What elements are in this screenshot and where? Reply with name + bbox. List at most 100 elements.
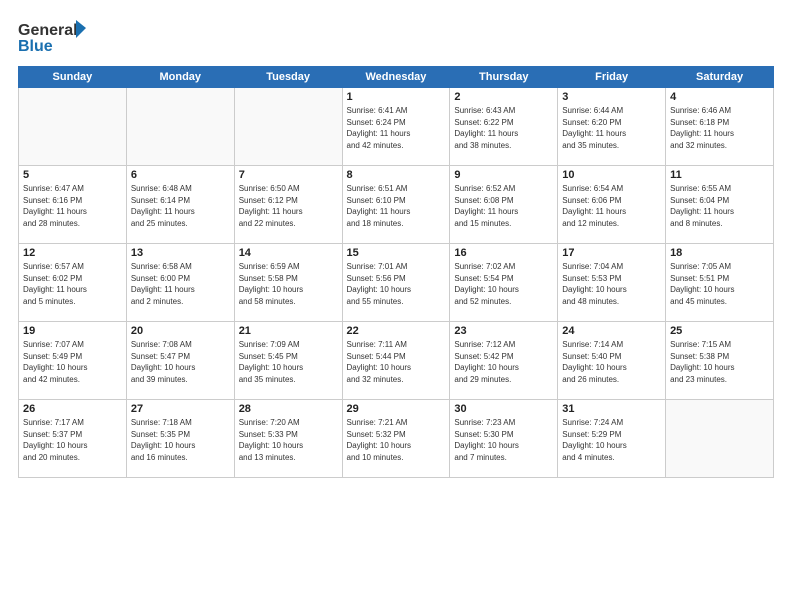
day-number: 4 [670, 91, 769, 103]
sun-info: Sunrise: 6:57 AM Sunset: 6:02 PM Dayligh… [23, 261, 122, 307]
weekday-saturday: Saturday [666, 67, 774, 88]
day-number: 11 [670, 169, 769, 181]
sun-info: Sunrise: 7:12 AM Sunset: 5:42 PM Dayligh… [454, 339, 553, 385]
weekday-thursday: Thursday [450, 67, 558, 88]
day-number: 7 [239, 169, 338, 181]
calendar-cell: 25 Sunrise: 7:15 AM Sunset: 5:38 PM Dayli… [666, 322, 774, 400]
sun-info: Sunrise: 7:08 AM Sunset: 5:47 PM Dayligh… [131, 339, 230, 385]
calendar-cell [126, 88, 234, 166]
sun-info: Sunrise: 6:44 AM Sunset: 6:20 PM Dayligh… [562, 105, 661, 151]
day-number: 28 [239, 403, 338, 415]
calendar-cell: 9 Sunrise: 6:52 AM Sunset: 6:08 PM Daylig… [450, 166, 558, 244]
sun-info: Sunrise: 7:07 AM Sunset: 5:49 PM Dayligh… [23, 339, 122, 385]
day-number: 9 [454, 169, 553, 181]
week-row-4: 19 Sunrise: 7:07 AM Sunset: 5:49 PM Dayli… [19, 322, 774, 400]
sun-info: Sunrise: 6:48 AM Sunset: 6:14 PM Dayligh… [131, 183, 230, 229]
sun-info: Sunrise: 6:50 AM Sunset: 6:12 PM Dayligh… [239, 183, 338, 229]
calendar-cell [234, 88, 342, 166]
weekday-wednesday: Wednesday [342, 67, 450, 88]
svg-text:Blue: Blue [18, 38, 53, 55]
day-number: 21 [239, 325, 338, 337]
calendar-cell: 12 Sunrise: 6:57 AM Sunset: 6:02 PM Dayli… [19, 244, 127, 322]
calendar-cell: 29 Sunrise: 7:21 AM Sunset: 5:32 PM Dayli… [342, 400, 450, 478]
day-number: 19 [23, 325, 122, 337]
day-number: 12 [23, 247, 122, 259]
day-number: 1 [347, 91, 446, 103]
sun-info: Sunrise: 6:46 AM Sunset: 6:18 PM Dayligh… [670, 105, 769, 151]
sun-info: Sunrise: 6:43 AM Sunset: 6:22 PM Dayligh… [454, 105, 553, 151]
calendar-cell: 18 Sunrise: 7:05 AM Sunset: 5:51 PM Dayli… [666, 244, 774, 322]
calendar-cell: 19 Sunrise: 7:07 AM Sunset: 5:49 PM Dayli… [19, 322, 127, 400]
calendar-cell: 14 Sunrise: 6:59 AM Sunset: 5:58 PM Dayli… [234, 244, 342, 322]
sun-info: Sunrise: 7:17 AM Sunset: 5:37 PM Dayligh… [23, 417, 122, 463]
day-number: 27 [131, 403, 230, 415]
calendar-table: SundayMondayTuesdayWednesdayThursdayFrid… [18, 66, 774, 478]
calendar-cell: 1 Sunrise: 6:41 AM Sunset: 6:24 PM Daylig… [342, 88, 450, 166]
day-number: 29 [347, 403, 446, 415]
day-number: 3 [562, 91, 661, 103]
calendar-cell: 27 Sunrise: 7:18 AM Sunset: 5:35 PM Dayli… [126, 400, 234, 478]
calendar-cell: 2 Sunrise: 6:43 AM Sunset: 6:22 PM Daylig… [450, 88, 558, 166]
sun-info: Sunrise: 6:55 AM Sunset: 6:04 PM Dayligh… [670, 183, 769, 229]
week-row-3: 12 Sunrise: 6:57 AM Sunset: 6:02 PM Dayli… [19, 244, 774, 322]
sun-info: Sunrise: 7:24 AM Sunset: 5:29 PM Dayligh… [562, 417, 661, 463]
weekday-monday: Monday [126, 67, 234, 88]
calendar-cell: 31 Sunrise: 7:24 AM Sunset: 5:29 PM Dayli… [558, 400, 666, 478]
week-row-5: 26 Sunrise: 7:17 AM Sunset: 5:37 PM Dayli… [19, 400, 774, 478]
calendar-cell: 30Sunrise: 7:23 AM Sunset: 5:30 PM Dayli… [450, 400, 558, 478]
calendar-cell: 8 Sunrise: 6:51 AM Sunset: 6:10 PM Daylig… [342, 166, 450, 244]
day-number: 5 [23, 169, 122, 181]
sun-info: Sunrise: 7:21 AM Sunset: 5:32 PM Dayligh… [347, 417, 446, 463]
sun-info: Sunrise: 7:14 AM Sunset: 5:40 PM Dayligh… [562, 339, 661, 385]
calendar-cell [19, 88, 127, 166]
calendar-cell: 21 Sunrise: 7:09 AM Sunset: 5:45 PM Dayli… [234, 322, 342, 400]
sun-info: Sunrise: 7:11 AM Sunset: 5:44 PM Dayligh… [347, 339, 446, 385]
week-row-1: 1 Sunrise: 6:41 AM Sunset: 6:24 PM Daylig… [19, 88, 774, 166]
calendar-cell: 23Sunrise: 7:12 AM Sunset: 5:42 PM Dayli… [450, 322, 558, 400]
day-number: 8 [347, 169, 446, 181]
weekday-sunday: Sunday [19, 67, 127, 88]
sun-info: Sunrise: 7:15 AM Sunset: 5:38 PM Dayligh… [670, 339, 769, 385]
sun-info: Sunrise: 7:20 AM Sunset: 5:33 PM Dayligh… [239, 417, 338, 463]
sun-info: Sunrise: 7:02 AM Sunset: 5:54 PM Dayligh… [454, 261, 553, 307]
sun-info: Sunrise: 7:04 AM Sunset: 5:53 PM Dayligh… [562, 261, 661, 307]
calendar-cell: 7 Sunrise: 6:50 AM Sunset: 6:12 PM Daylig… [234, 166, 342, 244]
calendar-cell: 20 Sunrise: 7:08 AM Sunset: 5:47 PM Dayli… [126, 322, 234, 400]
calendar-cell: 24 Sunrise: 7:14 AM Sunset: 5:40 PM Dayli… [558, 322, 666, 400]
sun-info: Sunrise: 6:59 AM Sunset: 5:58 PM Dayligh… [239, 261, 338, 307]
day-number: 25 [670, 325, 769, 337]
calendar-cell: 16Sunrise: 7:02 AM Sunset: 5:54 PM Dayli… [450, 244, 558, 322]
sun-info: Sunrise: 6:47 AM Sunset: 6:16 PM Dayligh… [23, 183, 122, 229]
day-number: 15 [347, 247, 446, 259]
calendar-cell: 10Sunrise: 6:54 AM Sunset: 6:06 PM Dayli… [558, 166, 666, 244]
calendar-cell: 5 Sunrise: 6:47 AM Sunset: 6:16 PM Daylig… [19, 166, 127, 244]
day-number: 18 [670, 247, 769, 259]
sun-info: Sunrise: 6:58 AM Sunset: 6:00 PM Dayligh… [131, 261, 230, 307]
sun-info: Sunrise: 7:23 AM Sunset: 5:30 PM Dayligh… [454, 417, 553, 463]
sun-info: Sunrise: 7:09 AM Sunset: 5:45 PM Dayligh… [239, 339, 338, 385]
calendar-cell: 17Sunrise: 7:04 AM Sunset: 5:53 PM Dayli… [558, 244, 666, 322]
calendar-cell: 26 Sunrise: 7:17 AM Sunset: 5:37 PM Dayli… [19, 400, 127, 478]
day-number: 2 [454, 91, 553, 103]
week-row-2: 5 Sunrise: 6:47 AM Sunset: 6:16 PM Daylig… [19, 166, 774, 244]
day-number: 14 [239, 247, 338, 259]
day-number: 31 [562, 403, 661, 415]
calendar-cell: 22 Sunrise: 7:11 AM Sunset: 5:44 PM Dayli… [342, 322, 450, 400]
sun-info: Sunrise: 6:51 AM Sunset: 6:10 PM Dayligh… [347, 183, 446, 229]
day-number: 22 [347, 325, 446, 337]
calendar-cell: 15Sunrise: 7:01 AM Sunset: 5:56 PM Dayli… [342, 244, 450, 322]
sun-info: Sunrise: 6:41 AM Sunset: 6:24 PM Dayligh… [347, 105, 446, 151]
calendar-cell: 28 Sunrise: 7:20 AM Sunset: 5:33 PM Dayli… [234, 400, 342, 478]
day-number: 26 [23, 403, 122, 415]
day-number: 20 [131, 325, 230, 337]
day-number: 24 [562, 325, 661, 337]
day-number: 10 [562, 169, 661, 181]
sun-info: Sunrise: 7:18 AM Sunset: 5:35 PM Dayligh… [131, 417, 230, 463]
svg-text:General: General [18, 22, 78, 39]
sun-info: Sunrise: 6:52 AM Sunset: 6:08 PM Dayligh… [454, 183, 553, 229]
day-number: 13 [131, 247, 230, 259]
header: GeneralBlue [18, 18, 774, 56]
calendar-cell: 13 Sunrise: 6:58 AM Sunset: 6:00 PM Dayli… [126, 244, 234, 322]
calendar-cell: 6Sunrise: 6:48 AM Sunset: 6:14 PM Daylig… [126, 166, 234, 244]
sun-info: Sunrise: 7:05 AM Sunset: 5:51 PM Dayligh… [670, 261, 769, 307]
